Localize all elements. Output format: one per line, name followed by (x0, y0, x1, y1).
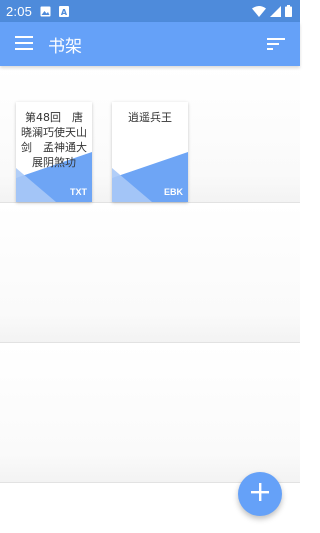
shelf-row-3 (0, 343, 300, 482)
book-title: 第48回 唐晓澜巧使天山剑 孟神通大展阴煞功 (21, 111, 87, 169)
sort-button[interactable] (264, 32, 288, 56)
image-notification-icon (40, 6, 51, 17)
svg-text:A: A (61, 8, 68, 17)
book-type-badge: TXT (70, 187, 87, 197)
bookshelf: 第48回 唐晓澜巧使天山剑 孟神通大展阴煞功 TXT 逍遥兵王 EBK (0, 66, 300, 533)
wifi-icon (252, 5, 266, 17)
book-title: 逍遥兵王 (128, 111, 172, 124)
status-right (252, 5, 292, 17)
a-notification-icon: A (59, 5, 70, 17)
sort-icon (267, 35, 285, 54)
status-time: 2:05 (6, 3, 33, 19)
battery-icon (285, 5, 292, 17)
page-title: 书架 (48, 36, 82, 57)
add-icon (251, 483, 269, 505)
menu-button[interactable] (12, 32, 36, 56)
status-left: 2:05 A (6, 3, 70, 19)
status-bar: 2:05 A (0, 0, 300, 22)
app-bar: 书架 (0, 22, 300, 66)
shelf-row-2 (0, 203, 300, 342)
book-card[interactable]: 第48回 唐晓澜巧使天山剑 孟神通大展阴煞功 TXT (16, 102, 92, 202)
book-type-badge: EBK (163, 187, 183, 197)
menu-icon (15, 35, 33, 54)
book-card[interactable]: 逍遥兵王 EBK (112, 102, 188, 202)
signal-icon (270, 5, 281, 17)
add-book-button[interactable] (238, 472, 282, 516)
